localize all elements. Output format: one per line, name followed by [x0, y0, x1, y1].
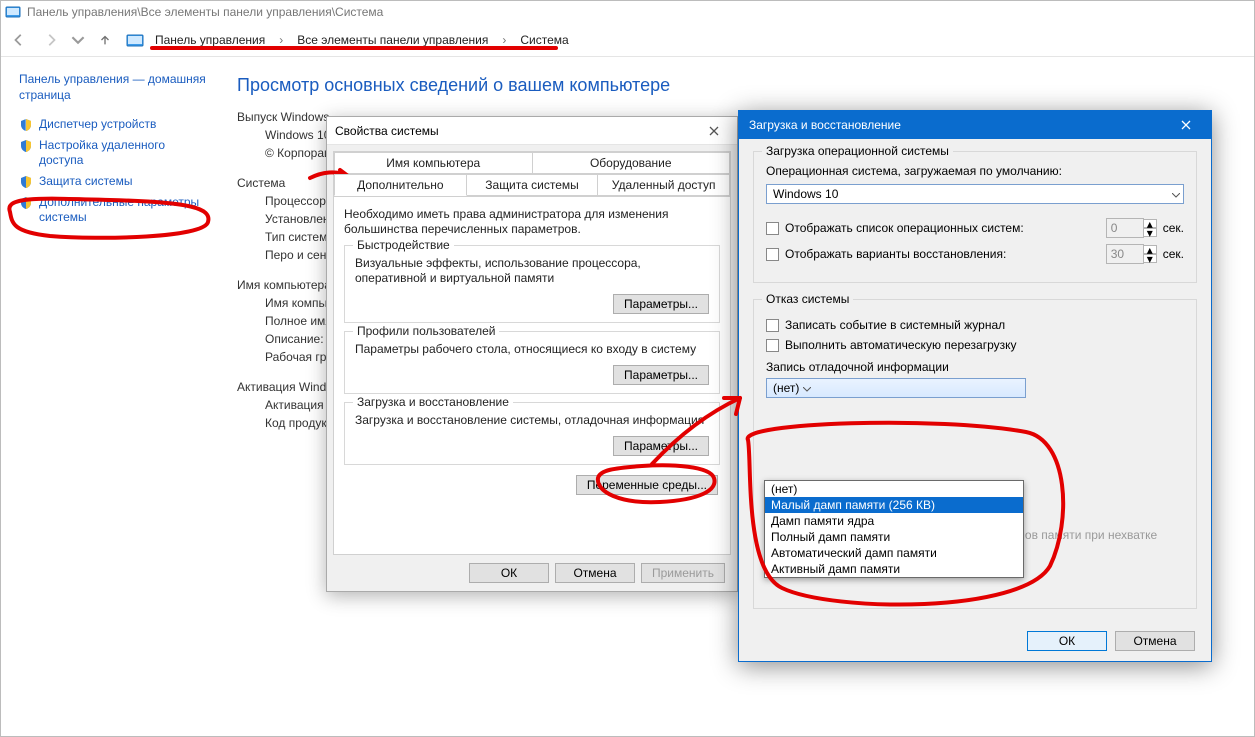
dialog-footer: ОК Отмена Применить [333, 555, 731, 585]
crumb-sep-icon: › [498, 33, 510, 47]
group-desc: Загрузка и восстановление системы, отлад… [355, 413, 709, 428]
shield-icon [19, 139, 33, 153]
group-startup-recovery: Загрузка и восстановление Загрузка и вос… [344, 402, 720, 465]
seconds-suffix: сек. [1163, 221, 1184, 235]
sidebar-advanced-system-settings[interactable]: Дополнительные параметры системы [19, 195, 209, 225]
cancel-button[interactable]: Отмена [555, 563, 635, 583]
write-event-checkbox[interactable] [766, 319, 779, 332]
spin-down-icon[interactable]: ▾ [1143, 254, 1157, 263]
shield-icon [19, 175, 33, 189]
group-title: Профили пользователей [353, 324, 499, 338]
group-title: Быстродействие [353, 238, 454, 252]
tab-computer-name[interactable]: Имя компьютера [334, 152, 533, 174]
close-button[interactable] [1171, 115, 1201, 135]
sidebar-item-label: Диспетчер устройств [39, 117, 156, 132]
sidebar-item-label: Защита системы [39, 174, 132, 189]
recovery-seconds-input[interactable] [1106, 244, 1144, 264]
nav-recent-dropdown[interactable] [71, 28, 85, 52]
group-title: Отказ системы [762, 292, 853, 306]
default-os-value: Windows 10 [773, 187, 838, 201]
dump-type-option[interactable]: Дамп памяти ядра [765, 513, 1023, 529]
dump-type-option[interactable]: (нет) [765, 481, 1023, 497]
show-os-list-label: Отображать список операционных систем: [785, 221, 1100, 235]
control-panel-title: Панель управления\Все элементы панели уп… [27, 5, 383, 19]
sidebar-device-manager[interactable]: Диспетчер устройств [19, 117, 209, 132]
tab-hardware[interactable]: Оборудование [533, 152, 731, 174]
sidebar-item-label: Дополнительные параметры системы [39, 195, 209, 225]
tab-remote[interactable]: Удаленный доступ [598, 174, 730, 196]
auto-restart-checkbox[interactable] [766, 339, 779, 352]
chevron-down-icon [803, 381, 811, 395]
profiles-settings-button[interactable]: Параметры... [613, 365, 709, 385]
dialog-title: Загрузка и восстановление [749, 118, 901, 132]
shield-icon [19, 196, 33, 210]
os-list-seconds-spin[interactable]: ▴▾ [1106, 218, 1157, 238]
env-vars-button[interactable]: Переменные среды... [576, 475, 718, 495]
group-desc: Параметры рабочего стола, относящиеся ко… [355, 342, 709, 357]
cancel-button[interactable]: Отмена [1115, 631, 1195, 651]
dump-type-dropdown[interactable]: (нет)Малый дамп памяти (256 КВ)Дамп памя… [764, 480, 1024, 578]
group-performance: Быстродействие Визуальные эффекты, испол… [344, 245, 720, 323]
chevron-down-icon [1172, 187, 1180, 201]
control-panel-sidebar: Панель управления — домашняя страница Ди… [1, 57, 221, 736]
show-recovery-checkbox[interactable] [766, 248, 779, 261]
sidebar-system-protection[interactable]: Защита системы [19, 174, 209, 189]
performance-settings-button[interactable]: Параметры... [613, 294, 709, 314]
ok-button[interactable]: ОК [469, 563, 549, 583]
nav-up-button[interactable] [93, 28, 117, 52]
show-recovery-label: Отображать варианты восстановления: [785, 247, 1100, 261]
dump-type-option[interactable]: Полный дамп памяти [765, 529, 1023, 545]
group-desc: Визуальные эффекты, использование процес… [355, 256, 709, 286]
group-title: Загрузка и восстановление [353, 395, 513, 409]
apply-button[interactable]: Применить [641, 563, 725, 583]
close-button[interactable] [699, 121, 729, 141]
nav-back-button[interactable] [7, 28, 31, 52]
sidebar-remote-settings[interactable]: Настройка удаленного доступа [19, 138, 209, 168]
dialog-footer: ОК Отмена [753, 625, 1197, 651]
group-user-profiles: Профили пользователей Параметры рабочего… [344, 331, 720, 394]
write-event-label: Записать событие в системный журнал [785, 318, 1005, 332]
startup-recovery-titlebar[interactable]: Загрузка и восстановление [739, 111, 1211, 139]
startup-recovery-dialog: Загрузка и восстановление Загрузка опера… [738, 110, 1212, 662]
address-bar-icon [125, 30, 145, 50]
admin-note: Необходимо иметь права администратора дл… [344, 207, 720, 237]
crumb-control-panel[interactable]: Панель управления [153, 31, 267, 49]
system-properties-tabs: Имя компьютера Оборудование Дополнительн… [333, 151, 731, 196]
show-os-list-checkbox[interactable] [766, 222, 779, 235]
startup-settings-button[interactable]: Параметры... [613, 436, 709, 456]
tab-system-protection[interactable]: Защита системы [467, 174, 599, 196]
control-panel-icon [5, 4, 21, 20]
dump-type-option[interactable]: Активный дамп памяти [765, 561, 1023, 577]
dialog-title: Свойства системы [335, 124, 439, 138]
dump-type-select[interactable]: (нет) [766, 378, 1026, 398]
seconds-suffix: сек. [1163, 247, 1184, 261]
crumb-all-items[interactable]: Все элементы панели управления [295, 31, 490, 49]
tab-advanced-panel: Необходимо иметь права администратора дл… [333, 196, 731, 555]
ok-button[interactable]: ОК [1027, 631, 1107, 651]
shield-icon [19, 118, 33, 132]
default-os-select[interactable]: Windows 10 [766, 184, 1184, 204]
control-panel-titlebar: Панель управления\Все элементы панели уп… [1, 1, 1254, 23]
spin-down-icon[interactable]: ▾ [1143, 228, 1157, 237]
group-title: Загрузка операционной системы [762, 144, 953, 158]
recovery-seconds-spin[interactable]: ▴▾ [1106, 244, 1157, 264]
dump-type-option[interactable]: Малый дамп памяти (256 КВ) [765, 497, 1023, 513]
auto-restart-label: Выполнить автоматическую перезагрузку [785, 338, 1017, 352]
dump-type-option[interactable]: Автоматический дамп памяти [765, 545, 1023, 561]
crumb-sep-icon: › [275, 33, 287, 47]
dump-type-label: Запись отладочной информации [766, 360, 1184, 374]
default-os-label: Операционная система, загружаемая по умо… [766, 164, 1184, 178]
crumb-system[interactable]: Система [518, 31, 570, 49]
system-properties-dialog: Свойства системы Имя компьютера Оборудов… [326, 116, 738, 592]
nav-forward-button[interactable] [39, 28, 63, 52]
dump-type-value: (нет) [773, 381, 799, 395]
system-properties-titlebar[interactable]: Свойства системы [327, 117, 737, 145]
page-heading: Просмотр основных сведений о вашем компь… [237, 75, 1234, 96]
group-system-boot: Загрузка операционной системы Операционн… [753, 151, 1197, 283]
os-list-seconds-input[interactable] [1106, 218, 1144, 238]
tab-advanced[interactable]: Дополнительно [334, 174, 467, 196]
control-panel-navbar: Панель управления › Все элементы панели … [1, 23, 1254, 57]
sidebar-item-label: Настройка удаленного доступа [39, 138, 209, 168]
sidebar-home-link[interactable]: Панель управления — домашняя страница [19, 71, 209, 103]
